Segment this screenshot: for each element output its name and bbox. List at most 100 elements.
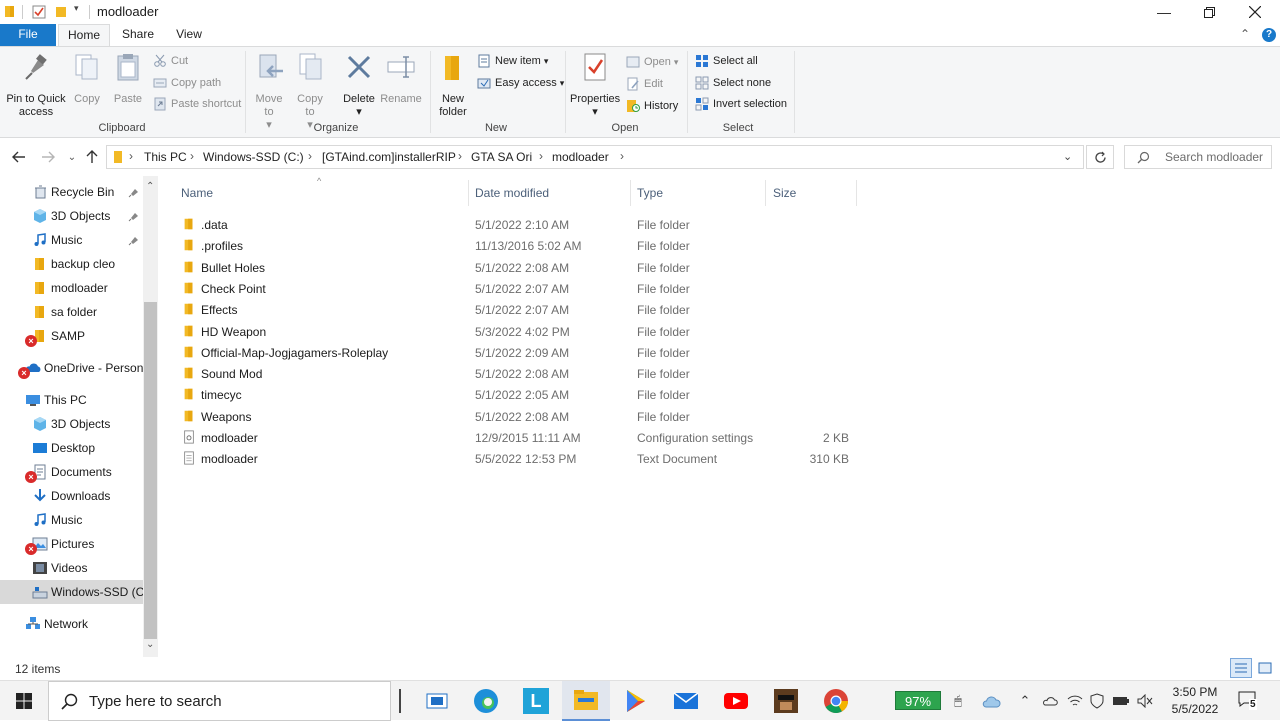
notification-center-icon[interactable]: 5 xyxy=(1238,689,1260,713)
nav-item-modloader[interactable]: modloader xyxy=(0,276,143,300)
column-divider[interactable] xyxy=(630,180,631,206)
collapse-ribbon-icon[interactable]: ⌃ xyxy=(1240,27,1250,41)
column-header-size[interactable]: Size xyxy=(773,186,796,200)
nav-item-pictures[interactable]: Pictures xyxy=(0,532,143,556)
nav-item-backup-cleo[interactable]: backup cleo xyxy=(0,252,143,276)
new-folder-icon[interactable] xyxy=(55,5,67,18)
google-play-icon[interactable] xyxy=(612,681,660,721)
nav-item-sa-folder[interactable]: sa folder xyxy=(0,300,143,324)
nav-item-network[interactable]: Network xyxy=(0,612,143,636)
new-item-button[interactable]: New item ▾ xyxy=(477,52,548,70)
column-divider[interactable] xyxy=(856,180,857,206)
launcher-app-icon[interactable]: L xyxy=(512,681,560,721)
file-row[interactable]: HD Weapon 5/3/2022 4:02 PM File folder xyxy=(180,321,860,342)
file-explorer-icon[interactable] xyxy=(562,681,610,721)
mail-icon[interactable] xyxy=(662,681,710,721)
up-arrow-icon[interactable] xyxy=(83,148,101,166)
file-row[interactable]: modloader 12/9/2015 11:11 AM Configuration… xyxy=(180,427,860,448)
file-row[interactable]: Check Point 5/1/2022 2:07 AM File folder xyxy=(180,278,860,299)
close-icon[interactable] xyxy=(1232,0,1278,24)
customize-qat-icon[interactable]: ▾ xyxy=(74,3,79,14)
weather-icon[interactable] xyxy=(980,692,1002,710)
battery-icon[interactable] xyxy=(1112,692,1130,710)
pin-quick-access-button[interactable]: Pin to Quick access xyxy=(4,51,68,119)
file-row[interactable]: Weapons 5/1/2022 2:08 AM File folder xyxy=(180,406,860,427)
paste-button[interactable]: Paste xyxy=(110,51,146,106)
column-divider[interactable] xyxy=(468,180,469,206)
column-header-type[interactable]: Type xyxy=(637,186,663,200)
column-divider[interactable] xyxy=(765,180,766,206)
nav-item-videos[interactable]: Videos xyxy=(0,556,143,580)
copy-path-button[interactable]: Copy path xyxy=(153,74,221,92)
cut-button[interactable]: Cut xyxy=(153,52,188,70)
rename-button[interactable]: Rename xyxy=(380,51,422,106)
search-input[interactable]: Search modloader xyxy=(1124,145,1272,169)
file-row[interactable]: timecyc 5/1/2022 2:05 AM File folder xyxy=(180,384,860,405)
column-header-name[interactable]: Name xyxy=(181,186,213,200)
system-clock[interactable]: 3:50 PM 5/5/2022 xyxy=(1160,684,1230,718)
nav-scroll-thumb[interactable] xyxy=(144,302,157,639)
edit-button[interactable]: Edit xyxy=(626,75,663,93)
easy-access-button[interactable]: Easy access ▾ xyxy=(477,74,564,92)
nav-item-3d-objects[interactable]: 3D Objects xyxy=(0,204,143,228)
help-icon[interactable]: ? xyxy=(1262,28,1276,42)
large-icons-view-icon[interactable] xyxy=(1256,659,1274,677)
minimize-icon[interactable]: — xyxy=(1141,0,1187,24)
file-row[interactable]: .data 5/1/2022 2:10 AM File folder xyxy=(180,214,860,235)
taskbar-search-input[interactable]: Type here to search xyxy=(48,681,391,721)
address-bar[interactable]: › This PC › Windows-SSD (C:) › [GTAind.c… xyxy=(106,145,1084,169)
edge-browser-icon[interactable] xyxy=(462,681,510,721)
nav-item-desktop[interactable]: Desktop xyxy=(0,436,143,460)
youtube-icon[interactable] xyxy=(712,681,760,721)
nav-item-3d-objects[interactable]: 3D Objects xyxy=(0,412,143,436)
select-none-button[interactable]: Select none xyxy=(695,74,771,92)
nav-item-samp[interactable]: SAMP xyxy=(0,324,143,348)
select-all-button[interactable]: Select all xyxy=(695,52,758,70)
restore-icon[interactable] xyxy=(1186,0,1232,24)
file-row[interactable]: .profiles 11/13/2016 5:02 AM File folder xyxy=(180,235,860,256)
file-row[interactable]: Bullet Holes 5/1/2022 2:08 AM File folder xyxy=(180,257,860,278)
address-dropdown-icon[interactable]: ⌄ xyxy=(1063,150,1072,163)
breadcrumb-modloader[interactable]: modloader xyxy=(552,150,609,164)
forward-arrow-icon[interactable] xyxy=(39,148,57,166)
wifi-icon[interactable] xyxy=(1066,692,1084,710)
column-header-date[interactable]: Date modified xyxy=(475,186,549,200)
battery-widget[interactable]: 97% xyxy=(895,691,941,710)
show-hidden-icons-icon[interactable]: ⌃ xyxy=(1016,692,1034,710)
back-arrow-icon[interactable] xyxy=(10,148,28,166)
breadcrumb-drive[interactable]: Windows-SSD (C:) xyxy=(203,150,304,164)
nav-item-music[interactable]: Music xyxy=(0,508,143,532)
scroll-down-icon[interactable]: ⌄ xyxy=(146,639,154,650)
breadcrumb-this-pc[interactable]: This PC xyxy=(144,150,187,164)
file-row[interactable]: Sound Mod 5/1/2022 2:08 AM File folder xyxy=(180,363,860,384)
invert-selection-button[interactable]: Invert selection xyxy=(695,95,787,113)
chrome-browser-icon[interactable] xyxy=(812,681,860,721)
new-folder-button[interactable]: New folder xyxy=(434,51,472,119)
move-to-button[interactable]: Move to ▾ xyxy=(251,51,287,132)
tab-home[interactable]: Home xyxy=(58,24,110,47)
task-view-icon[interactable] xyxy=(413,681,461,721)
windows-start-icon[interactable] xyxy=(0,681,48,721)
delete-button[interactable]: Delete ▾ xyxy=(340,51,378,119)
copy-button[interactable]: Copy xyxy=(70,51,104,106)
tab-view[interactable]: View xyxy=(166,24,212,46)
properties-button[interactable]: Properties ▾ xyxy=(570,51,620,119)
recent-locations-icon[interactable]: ⌄ xyxy=(63,148,81,166)
file-row[interactable]: Effects 5/1/2022 2:07 AM File folder xyxy=(180,299,860,320)
tab-file[interactable]: File xyxy=(0,24,56,46)
onedrive-tray-icon[interactable] xyxy=(1041,692,1059,710)
mouse-icon[interactable]: 🖱 xyxy=(949,692,967,710)
nav-item-documents[interactable]: Documents xyxy=(0,460,143,484)
refresh-icon[interactable] xyxy=(1086,145,1114,169)
nav-item-windows-ssd-c[interactable]: Windows-SSD (C xyxy=(0,580,143,604)
file-row[interactable]: Official-Map-Jogjagamers-Roleplay 5/1/202… xyxy=(180,342,860,363)
file-row[interactable]: modloader 5/5/2022 12:53 PM Text Document 3… xyxy=(180,448,860,469)
security-shield-icon[interactable] xyxy=(1088,692,1106,710)
volume-muted-icon[interactable] xyxy=(1136,692,1154,710)
nav-item-this-pc[interactable]: This PC xyxy=(0,388,143,412)
open-button[interactable]: Open ▾ xyxy=(626,53,678,71)
properties-icon[interactable] xyxy=(32,5,46,19)
paste-shortcut-button[interactable]: Paste shortcut xyxy=(153,95,241,113)
scroll-up-icon[interactable]: ⌃ xyxy=(146,181,154,192)
history-button[interactable]: History xyxy=(626,97,678,115)
